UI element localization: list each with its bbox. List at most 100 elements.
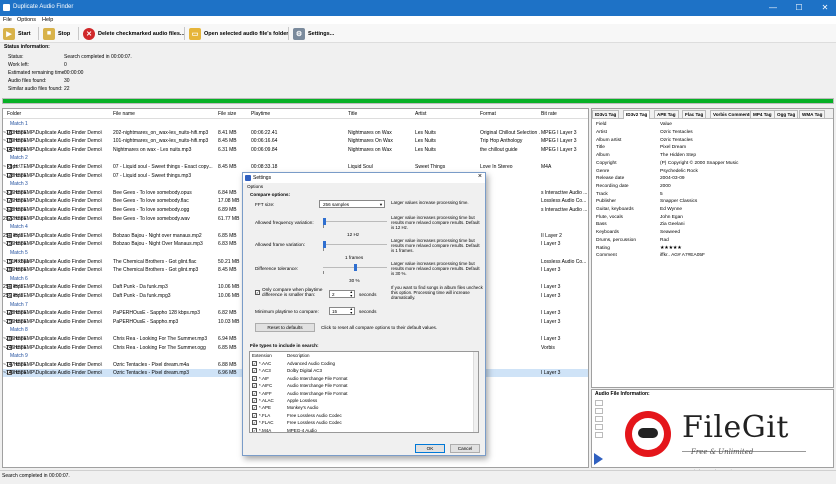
table-cell: 07 - Liquid soul - Sweet things.mp3 [113, 172, 192, 179]
column-header[interactable]: Playtime [251, 111, 347, 117]
filetype-checkbox[interactable]: ✓ [252, 361, 257, 366]
fft-size-select[interactable]: 256 samples ▼ [319, 200, 385, 208]
menu-options[interactable]: Options [17, 17, 36, 23]
tag-tab[interactable]: Ogg Tag [774, 110, 799, 119]
filetype-checkbox[interactable]: ✓ [252, 405, 257, 411]
menu-bar: File Options Help [0, 16, 836, 24]
table-cell: 8.45 MB [218, 138, 237, 145]
settings-icon: ⚙ [293, 27, 305, 40]
filetype-checkbox[interactable]: ✓ [252, 412, 257, 418]
tag-tab[interactable]: WMA Tag [799, 110, 826, 119]
status-header: Status information: [4, 44, 50, 50]
filetype-checkbox[interactable]: ✓ [252, 427, 257, 432]
table-cell: 6.31 MB [218, 146, 237, 153]
column-header[interactable]: Folder [7, 111, 111, 117]
slider-thumb[interactable] [353, 264, 357, 271]
table-cell: Bobzao Bajou - Night over manaus.mp2 [113, 232, 202, 239]
cancel-button[interactable]: Cancel [450, 444, 480, 453]
start-label: Start [18, 30, 31, 37]
table-cell: H:\TEMP\Duplicate Audio Finder Demo\ [14, 198, 103, 205]
play-icon[interactable] [594, 453, 603, 465]
column-header[interactable]: Title [348, 111, 414, 117]
filetype-checkbox[interactable]: ✓ [252, 375, 257, 381]
table-cell: Ozric Tentacles - Pixel dream.mp3 [113, 370, 190, 377]
filetype-checkbox[interactable]: ✓ [252, 383, 257, 389]
settings-button[interactable]: ⚙ Settings... [293, 26, 334, 41]
table-cell: MPEG I Layer 3 [541, 138, 577, 145]
filetype-description: Dolby Digital AC3 [287, 368, 323, 374]
frequency-slider[interactable] [323, 218, 387, 225]
stop-button[interactable]: ■ Stop [43, 26, 70, 41]
maximize-button[interactable]: ☐ [792, 2, 806, 14]
table-cell: Bee Gees - To love somebody.flac [113, 198, 189, 205]
tolerance-slider[interactable] [323, 264, 387, 271]
open-folder-button[interactable]: ▭ Open selected audio file's folder [189, 26, 288, 41]
table-cell: 00:06:09.84 [251, 146, 278, 153]
ok-button[interactable]: OK [415, 444, 445, 453]
menu-file[interactable]: File [3, 17, 12, 23]
table-cell: 8.45 MB [218, 164, 237, 170]
column-header[interactable]: File size [218, 111, 250, 117]
filetype-checkbox[interactable]: ✓ [252, 390, 257, 396]
match-group-header[interactable]: Match 1 [3, 120, 588, 128]
match-label: Match 2 [10, 155, 28, 162]
table-cell: H:\TEMP\Duplicate Audio Finder Demo\ [14, 215, 103, 222]
tag-tab[interactable]: Flac Tag [682, 110, 707, 119]
table-cell: ~183 kbps [3, 129, 27, 136]
match-group-header[interactable]: Match 2 [3, 154, 588, 162]
filetype-checkbox[interactable]: ✓ [252, 368, 257, 374]
column-header[interactable]: Bit rate [541, 111, 588, 117]
table-cell: H:\TEMP\Duplicate Audio Finder Demo\ [14, 138, 103, 145]
frame-slider[interactable] [323, 241, 387, 248]
table-cell: 101-nightmares_on_wax-les_nuits-hifi.mp3 [113, 138, 209, 145]
reset-defaults-button[interactable]: Reset to defaults [255, 323, 315, 332]
table-cell: I Layer 3 [541, 318, 561, 325]
table-row[interactable]: H:\TEMP\Duplicate Audio Finder Demo\ 07 -… [3, 163, 588, 171]
column-header[interactable]: Artist [415, 111, 479, 117]
min-playtime-spinner[interactable]: 15 ▲ ▼ [329, 307, 355, 315]
tag-tab[interactable]: ID3v2 Tag [623, 110, 651, 119]
menu-help[interactable]: Help [42, 17, 53, 23]
filetype-checkbox[interactable]: ✓ [252, 420, 257, 426]
table-cell: Trip Hop Anthology [480, 138, 523, 145]
table-cell: H:\TEMP\Duplicate Audio Finder Demo\ [14, 267, 103, 274]
table-row[interactable]: ✓ H:\TEMP\Duplicate Audio Finder Demo\ Nig… [3, 146, 588, 154]
close-button[interactable]: ✕ [818, 2, 832, 14]
table-cell: H:\TEMP\Duplicate Audio Finder Demo\ [14, 207, 103, 213]
start-button[interactable]: ▶ Start [3, 26, 31, 41]
options-label: Options [247, 184, 264, 189]
files-found-value: 30 [64, 78, 70, 84]
table-cell: Nightmares on Wax [348, 129, 392, 136]
table-cell: Nightmares on wax - Les nuits.mp3 [113, 146, 192, 153]
delete-checkmarked-button[interactable]: ✕ Delete checkmarked audio files... [83, 26, 185, 41]
slider-thumb[interactable] [323, 241, 326, 248]
table-row[interactable]: H:\TEMP\Duplicate Audio Finder Demo\ 101-… [3, 137, 588, 145]
filetype-checkbox[interactable]: ✓ [252, 398, 257, 403]
slider-thumb[interactable] [323, 218, 326, 225]
table-row[interactable]: ✓ H:\TEMP\Duplicate Audio Finder Demo\ 202… [3, 129, 588, 137]
minimize-button[interactable]: — [766, 2, 780, 14]
filetype-description: Audio Interchange File Format [287, 390, 348, 396]
column-header[interactable]: File name [113, 111, 217, 117]
reset-description: Click to reset all compare options to th… [321, 325, 438, 330]
tag-tab[interactable]: ID3v1 Tag [592, 110, 620, 119]
only-compare-label: Only compare when playtime difference is… [262, 287, 323, 297]
table-cell: s Interactive Audio ... [541, 189, 588, 196]
column-header[interactable]: Format [480, 111, 540, 117]
filetypes-scrollbar[interactable] [473, 352, 478, 432]
only-compare-checkbox[interactable]: ✓ [255, 290, 260, 295]
filetype-extension: *.M4A [259, 427, 272, 433]
filetypes-list[interactable]: Extension Description ✓ *.AAC Advanced Aud… [249, 351, 479, 433]
dialog-close-button[interactable]: × [478, 173, 482, 180]
table-cell: M4A [541, 164, 552, 170]
remaining-time-value: 00:00:00 [64, 70, 84, 76]
playtime-diff-spinner[interactable]: 2 ▲ ▼ [329, 290, 355, 298]
tag-row[interactable]: Comment iffkr.. AG# A7#EA05F [594, 252, 832, 260]
filetype-row[interactable]: ✓ *.M4A MPEG-4 Audio [250, 427, 478, 433]
tag-tab[interactable]: APE Tag [654, 110, 679, 119]
tag-tab[interactable]: Vorbis Comments [710, 110, 755, 119]
table-cell: H:\TEMP\Duplicate Audio Finder Demo\ [14, 293, 103, 299]
tag-tab[interactable]: MP4 Tag [750, 110, 775, 119]
table-cell: Nightmares on Wax [348, 146, 392, 153]
filetype-extension: *.ALAC [259, 398, 274, 403]
